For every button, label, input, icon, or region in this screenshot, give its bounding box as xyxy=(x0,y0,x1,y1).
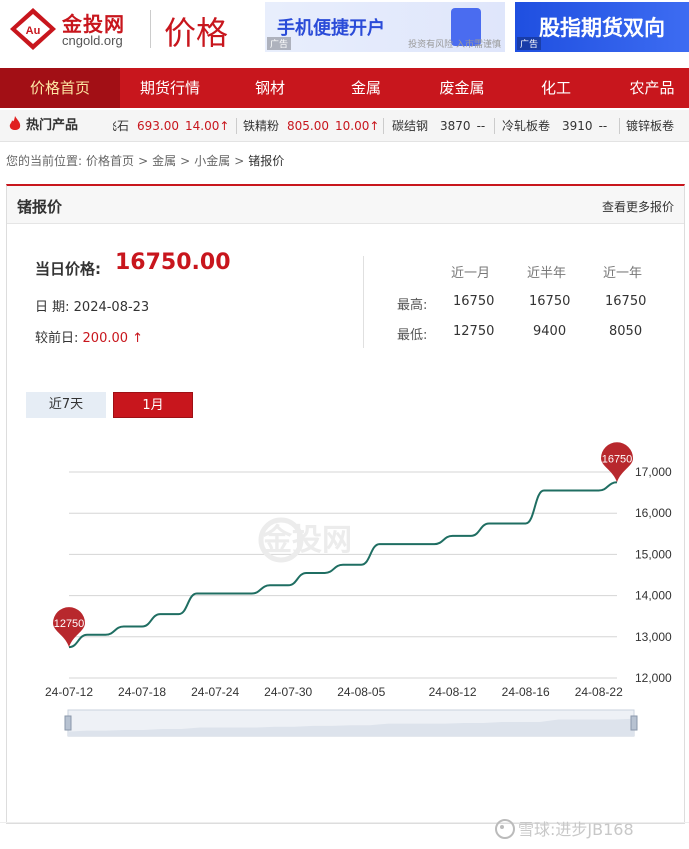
stats-divider xyxy=(363,256,364,348)
site-header: Au 金投网 cngold.org 价格 手机便捷开户 广告 投资有风险 入市需… xyxy=(0,0,689,66)
ad-banner-account[interactable]: 手机便捷开户 广告 投资有风险 入市需谨慎 xyxy=(265,2,505,52)
stats-row-label: 最低: xyxy=(397,328,428,343)
y-tick-label: 17,000 xyxy=(635,465,672,479)
y-tick-label: 14,000 xyxy=(635,589,672,603)
breadcrumb-current: 锗报价 xyxy=(248,154,285,168)
ticker-divider xyxy=(494,118,495,134)
breadcrumb-link[interactable]: 价格首页 xyxy=(86,154,134,168)
ad-banner-futures-text: 股指期货双向 xyxy=(539,16,665,40)
y-tick-label: 15,000 xyxy=(635,547,672,561)
ticker-item[interactable]: 飞石693.0014.00↑ xyxy=(113,110,238,142)
ticker-divider xyxy=(619,118,620,134)
x-tick-label: 24-07-30 xyxy=(264,685,312,699)
ticker-item[interactable]: 铁精粉 805.00 10.00↑ xyxy=(243,110,379,142)
ad-tag: 广告 xyxy=(517,37,542,50)
nav-item-price-home[interactable]: 价格首页 xyxy=(0,68,120,108)
x-tick-label: 24-07-18 xyxy=(118,685,166,699)
nav-item-metal[interactable]: 金属 xyxy=(316,68,416,108)
stats-col-header: 近一月 xyxy=(451,266,491,281)
stats-cell: 16750 xyxy=(605,294,647,309)
breadcrumb: 您的当前位置: 价格首页 > 金属 > 小金属 > 锗报价 xyxy=(6,154,285,168)
price-panel: 锗报价 查看更多报价 当日价格: 16750.00 日 期: 2024-08-2… xyxy=(6,184,685,824)
panel-title: 锗报价 xyxy=(17,198,63,216)
ad-tag: 广告 xyxy=(267,37,292,50)
nav-item-scrap-metal[interactable]: 废金属 xyxy=(412,68,512,108)
change-row: 较前日: 200.00 ↑ xyxy=(35,331,144,346)
x-tick-label: 24-08-16 xyxy=(502,685,550,699)
breadcrumb-link[interactable]: 小金属 xyxy=(194,154,230,168)
y-tick-label: 13,000 xyxy=(635,630,672,644)
today-price-value: 16750.00 xyxy=(115,250,231,275)
change-value: 200.00 ↑ xyxy=(82,331,144,346)
ad-risk-note: 投资有风险 入市需谨慎 xyxy=(408,40,501,50)
x-tick-label: 24-08-12 xyxy=(429,685,477,699)
stats-row-label: 最高: xyxy=(397,298,428,313)
stats-cell: 16750 xyxy=(529,294,571,309)
nav-item-chemical[interactable]: 化工 xyxy=(506,68,606,108)
tab-7-days[interactable]: 近7天 xyxy=(26,392,106,418)
nav-item-steel[interactable]: 钢材 xyxy=(220,68,320,108)
stats-cell: 9400 xyxy=(533,324,567,339)
ticker-item[interactable]: 碳结钢 3870 -- xyxy=(392,110,485,142)
x-tick-label: 24-08-22 xyxy=(575,685,623,699)
x-tick-label: 24-07-24 xyxy=(191,685,239,699)
stats-cell: 12750 xyxy=(453,324,495,339)
logo-text-en: cngold.org xyxy=(62,33,123,48)
series-line xyxy=(68,481,618,649)
zoom-slider-handle xyxy=(630,715,638,731)
y-tick-label: 12,000 xyxy=(635,671,672,685)
main-nav: 价格首页 期货行情 钢材 金属 废金属 化工 农产品 xyxy=(0,68,689,108)
nav-item-agriculture[interactable]: 农产品 xyxy=(602,68,689,108)
ticker-item[interactable]: 镀锌板卷 xyxy=(626,110,689,142)
fire-icon xyxy=(9,116,21,130)
date-value: 2024-08-23 xyxy=(73,300,150,315)
svg-text:Au: Au xyxy=(26,25,41,37)
ad-banner-account-text: 手机便捷开户 xyxy=(277,18,385,39)
panel-header: 锗报价 查看更多报价 xyxy=(7,186,684,224)
snowball-icon xyxy=(495,819,515,839)
ad-banner-futures[interactable]: 股指期货双向 广告 xyxy=(515,2,689,52)
more-quotes-link[interactable]: 查看更多报价 xyxy=(602,198,674,215)
stats-cell: 8050 xyxy=(609,324,643,339)
hot-products-bar: 热门产品 飞石693.0014.00↑ 铁精粉805.0010.00↑ 碳结钢3… xyxy=(0,110,689,142)
ticker-divider xyxy=(383,118,384,134)
x-tick-label: 24-07-12 xyxy=(45,685,93,699)
nav-item-futures[interactable]: 期货行情 xyxy=(120,68,220,108)
zoom-slider-handle xyxy=(64,715,72,731)
today-price-label: 当日价格: xyxy=(35,260,101,278)
stats-cell: 16750 xyxy=(453,294,495,309)
header-divider xyxy=(150,10,151,48)
ticker-item[interactable]: 冷轧板卷 3910 -- xyxy=(502,110,607,142)
page-section-title: 价格 xyxy=(164,14,229,52)
breadcrumb-link[interactable]: 金属 xyxy=(152,154,176,168)
tab-1-month[interactable]: 1月 xyxy=(113,392,193,418)
footer-watermark: 雪球:进步JB168 xyxy=(0,812,689,849)
marker-label: 12750 xyxy=(54,618,85,630)
y-tick-label: 16,000 xyxy=(635,506,672,520)
logo-diamond-icon: Au xyxy=(10,8,56,50)
stats-col-header: 近一年 xyxy=(603,266,643,281)
price-line-chart: 12,000 13,000 14,000 15,000 16,000 17,000 金投网 2… xyxy=(45,442,672,737)
hot-products-label: 热门产品 xyxy=(8,110,78,142)
marker-label: 16750 xyxy=(602,453,633,465)
stats-col-header: 近半年 xyxy=(527,266,567,281)
site-logo[interactable]: Au 金投网 cngold.org xyxy=(8,6,148,52)
date-row: 日 期: 2024-08-23 xyxy=(35,300,150,315)
ticker-divider xyxy=(236,118,237,134)
x-tick-label: 24-08-05 xyxy=(337,685,385,699)
chart-watermark: 金投网 xyxy=(261,523,352,558)
